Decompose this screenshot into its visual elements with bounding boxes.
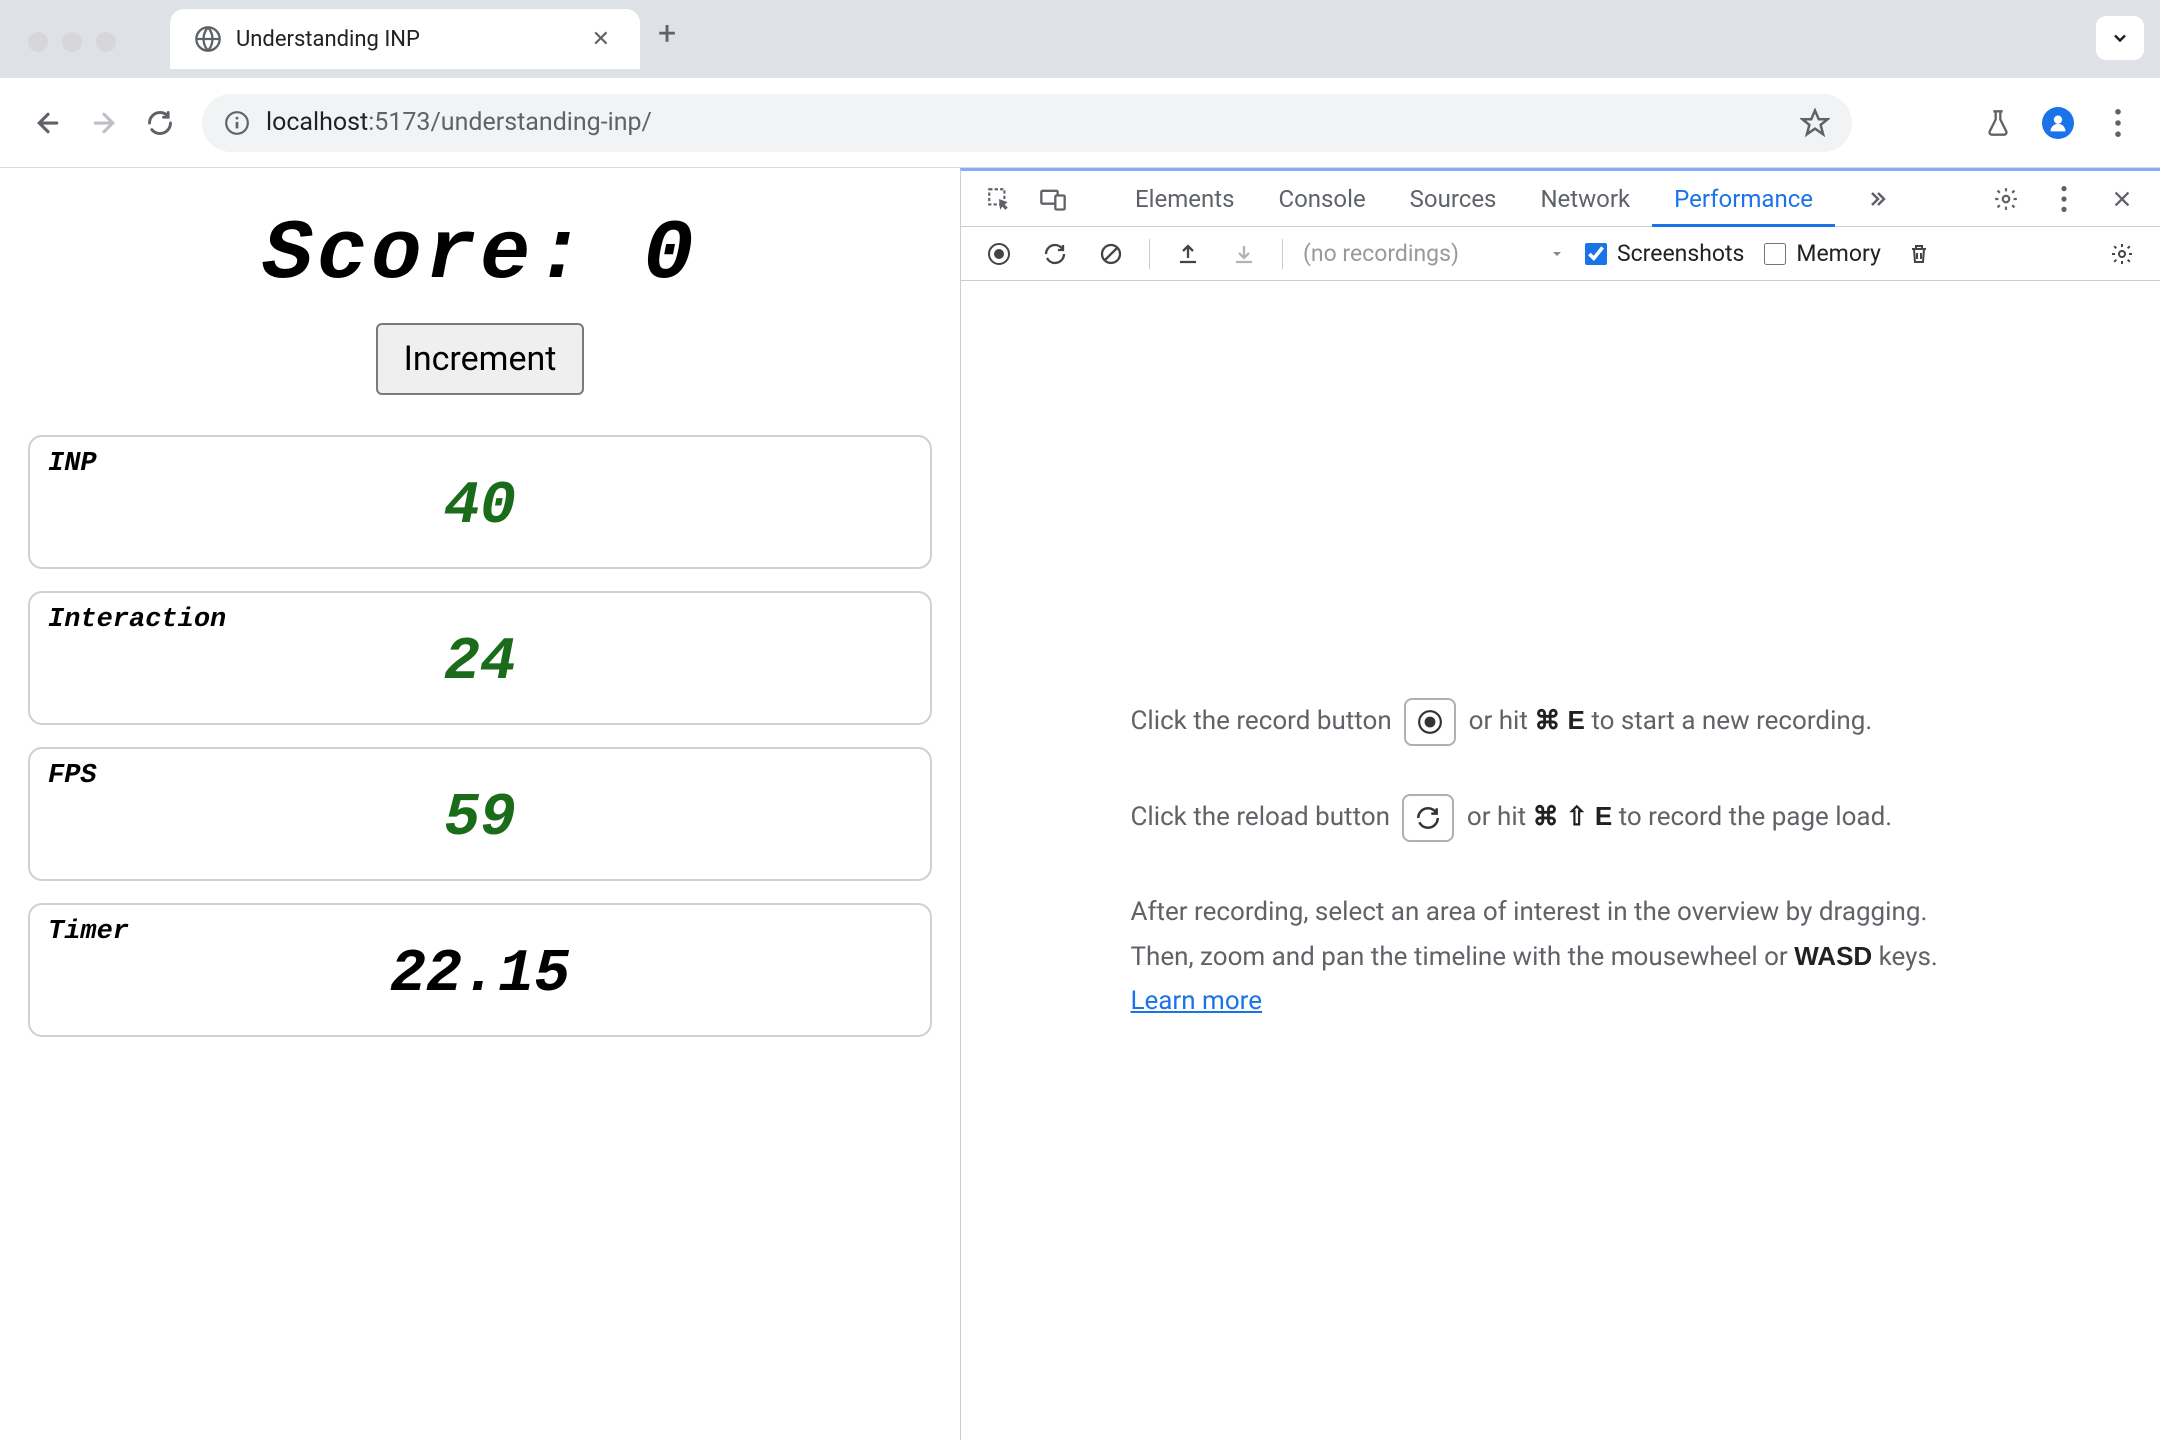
chevron-down-icon: [2110, 28, 2130, 48]
keyboard-shortcut: ⌘ E: [1534, 705, 1585, 735]
perf-settings-button[interactable]: [2104, 236, 2140, 272]
keyboard-shortcut: WASD: [1794, 941, 1872, 971]
browser-tab-strip: Understanding INP ✕ +: [0, 0, 2160, 78]
flask-icon: [1984, 109, 2012, 137]
gear-icon: [1993, 186, 2019, 212]
close-devtools-button[interactable]: [2104, 181, 2140, 217]
metric-card-inp: INP 40: [28, 435, 932, 569]
upload-recording-button[interactable]: [1170, 236, 1206, 272]
tab-console[interactable]: Console: [1256, 171, 1387, 227]
reload-icon: [1043, 242, 1067, 266]
kebab-icon: [2114, 109, 2122, 137]
metric-value: 24: [48, 629, 912, 697]
arrow-left-icon: [33, 108, 63, 138]
tab-elements[interactable]: Elements: [1113, 171, 1256, 227]
gear-icon: [2110, 242, 2134, 266]
learn-more-link[interactable]: Learn more: [1131, 986, 1263, 1016]
performance-empty-state: Click the record button or hit ⌘ E to st…: [961, 281, 2160, 1440]
download-icon: [1232, 242, 1256, 266]
kebab-icon: [2060, 186, 2068, 212]
keyboard-shortcut: ⌘ ⇧ E: [1533, 801, 1613, 831]
inspect-icon: [986, 186, 1012, 212]
devtools-panel: Elements Console Sources Network Perform…: [960, 168, 2160, 1440]
inspect-element-button[interactable]: [981, 181, 1017, 217]
metric-card-fps: FPS 59: [28, 747, 932, 881]
tab-title: Understanding INP: [236, 27, 572, 52]
reload-record-button[interactable]: [1037, 236, 1073, 272]
close-icon: [2111, 188, 2133, 210]
memory-checkbox-input[interactable]: [1764, 243, 1786, 265]
help-reload-line: Click the reload button or hit ⌘ ⇧ E to …: [1131, 794, 1991, 842]
gc-button[interactable]: [1901, 236, 1937, 272]
browser-tab[interactable]: Understanding INP ✕: [170, 9, 640, 69]
arrow-right-icon: [89, 108, 119, 138]
chevrons-right-icon: [1865, 187, 1889, 211]
profile-button[interactable]: [2040, 105, 2076, 141]
metric-value: 40: [48, 473, 912, 541]
device-toggle-button[interactable]: [1035, 181, 1071, 217]
download-recording-button[interactable]: [1226, 236, 1262, 272]
tab-network[interactable]: Network: [1518, 171, 1652, 227]
avatar-icon: [2042, 107, 2074, 139]
metric-card-interaction: Interaction 24: [28, 591, 932, 725]
reload-button-inline: [1402, 794, 1454, 842]
tab-search-button[interactable]: [2096, 16, 2144, 60]
increment-button[interactable]: Increment: [376, 323, 585, 395]
upload-icon: [1176, 242, 1200, 266]
address-bar[interactable]: localhost:5173/understanding-inp/: [202, 94, 1852, 152]
ban-icon: [1099, 242, 1123, 266]
menu-button[interactable]: [2100, 105, 2136, 141]
help-drag-line: After recording, select an area of inter…: [1131, 890, 1991, 1024]
settings-button[interactable]: [1988, 181, 2024, 217]
record-button[interactable]: [981, 236, 1017, 272]
devtools-tabbar: Elements Console Sources Network Perform…: [961, 171, 2160, 227]
url-host: localhost: [266, 108, 368, 137]
record-icon: [1417, 709, 1443, 735]
performance-toolbar: (no recordings) Screenshots Memory: [961, 227, 2160, 281]
screenshots-checkbox[interactable]: Screenshots: [1585, 240, 1744, 267]
score-heading: Score: 0: [28, 208, 932, 303]
screenshots-label: Screenshots: [1617, 240, 1744, 267]
maximize-window-button[interactable]: [96, 32, 116, 52]
info-icon: [224, 110, 250, 136]
new-tab-button[interactable]: +: [658, 14, 676, 64]
help-record-line: Click the record button or hit ⌘ E to st…: [1131, 698, 1991, 746]
record-icon: [987, 242, 1011, 266]
dropdown-icon: [1549, 246, 1565, 262]
star-icon[interactable]: [1800, 108, 1830, 138]
trash-icon: [1907, 242, 1931, 266]
close-tab-button[interactable]: ✕: [586, 27, 616, 52]
memory-label: Memory: [1796, 240, 1880, 267]
record-button-inline: [1404, 698, 1456, 746]
back-button[interactable]: [24, 99, 72, 147]
browser-toolbar: localhost:5173/understanding-inp/: [0, 78, 2160, 168]
recording-dropdown[interactable]: (no recordings): [1303, 240, 1565, 267]
devtools-menu-button[interactable]: [2046, 181, 2082, 217]
page-viewport: Score: 0 Increment INP 40 Interaction 24…: [0, 168, 960, 1440]
devices-icon: [1039, 185, 1067, 213]
window-controls: [28, 32, 116, 52]
metric-value: 22.15: [48, 941, 912, 1009]
metric-card-timer: Timer 22.15: [28, 903, 932, 1037]
clear-button[interactable]: [1093, 236, 1129, 272]
reload-icon: [146, 109, 174, 137]
url-path: :5173/understanding-inp/: [368, 108, 652, 137]
tab-performance[interactable]: Performance: [1652, 171, 1835, 227]
more-tabs-button[interactable]: [1859, 181, 1895, 217]
memory-checkbox[interactable]: Memory: [1764, 240, 1880, 267]
globe-icon: [194, 25, 222, 53]
tab-sources[interactable]: Sources: [1388, 171, 1519, 227]
metric-value: 59: [48, 785, 912, 853]
url-text: localhost:5173/understanding-inp/: [266, 108, 1784, 137]
recording-dropdown-label: (no recordings): [1303, 240, 1459, 267]
reload-icon: [1415, 805, 1441, 831]
screenshots-checkbox-input[interactable]: [1585, 243, 1607, 265]
minimize-window-button[interactable]: [62, 32, 82, 52]
close-window-button[interactable]: [28, 32, 48, 52]
forward-button[interactable]: [80, 99, 128, 147]
labs-button[interactable]: [1980, 105, 2016, 141]
reload-button[interactable]: [136, 99, 184, 147]
